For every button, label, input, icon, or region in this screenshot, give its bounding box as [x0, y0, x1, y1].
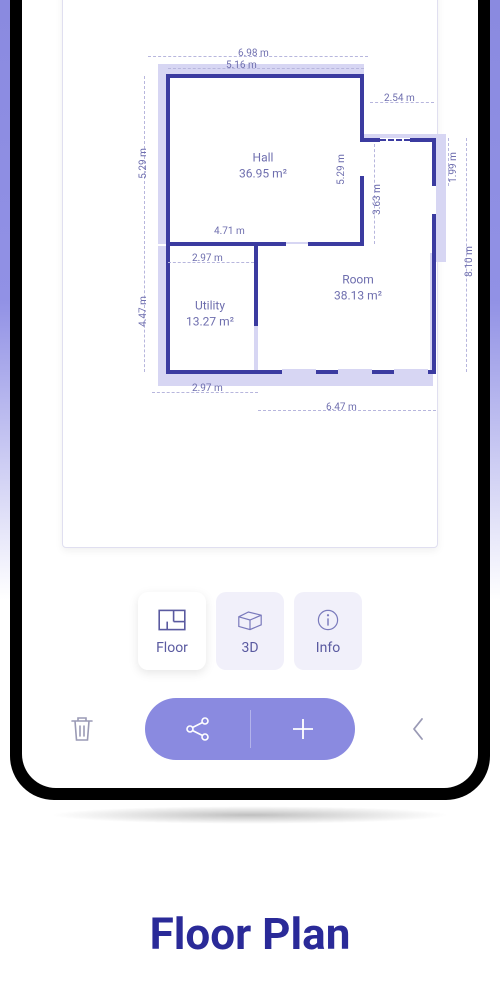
dim-right-full: 8.10 m — [464, 246, 475, 277]
dim-left-upper: 5.29 m — [138, 148, 149, 179]
page-title: Floor Plan — [0, 908, 500, 960]
floorplan-drawing: Hall 36.95 m² Room 38.13 m² Utility 13.2… — [138, 46, 448, 411]
floorplan-icon — [156, 606, 188, 634]
room-area: 13.27 m² — [186, 314, 234, 330]
room-label-hall: Hall 36.95 m² — [239, 150, 287, 181]
room-label-utility: Utility 13.27 m² — [186, 298, 234, 329]
action-pill — [145, 698, 355, 760]
dim-util-top: 2.97 m — [192, 253, 223, 264]
dim-left-lower: 4.47 m — [138, 296, 149, 327]
dim-top-inner: 5.16 m — [226, 60, 257, 71]
back-button[interactable] — [398, 709, 438, 749]
share-icon — [183, 714, 213, 744]
dim-room-bottom: 6.47 m — [326, 402, 357, 413]
room-name: Room — [334, 272, 382, 288]
tab-floor[interactable]: Floor — [138, 592, 206, 670]
dim-inner-v2: 3.63 m — [372, 184, 383, 215]
pill-divider — [250, 710, 251, 748]
phone-frame: Hall 36.95 m² Room 38.13 m² Utility 13.2… — [10, 0, 490, 800]
room-name: Hall — [239, 150, 287, 166]
info-icon — [312, 606, 344, 634]
chevron-left-icon — [409, 715, 427, 743]
room-name: Utility — [186, 298, 234, 314]
dim-util-bottom: 2.97 m — [192, 383, 223, 394]
tab-label: Floor — [156, 640, 188, 656]
tab-info[interactable]: Info — [294, 592, 362, 670]
plus-icon — [288, 714, 318, 744]
phone-shadow — [50, 806, 450, 824]
delete-button[interactable] — [62, 709, 102, 749]
bottom-toolbar — [22, 698, 478, 760]
dim-notch-h: 1.99 m — [448, 152, 459, 183]
tab-label: Info — [316, 640, 340, 656]
dim-top-outer: 6.98 m — [238, 48, 269, 59]
trash-icon — [69, 714, 95, 744]
add-button[interactable] — [283, 709, 323, 749]
cube-icon — [234, 606, 266, 634]
tab-label: 3D — [241, 640, 258, 656]
dim-notch-w: 2.54 m — [384, 93, 415, 104]
view-tabs: Floor 3D Info — [22, 592, 478, 670]
tab-3d[interactable]: 3D — [216, 592, 284, 670]
room-label-room: Room 38.13 m² — [334, 272, 382, 303]
floorplan-canvas[interactable]: Hall 36.95 m² Room 38.13 m² Utility 13.2… — [62, 0, 438, 548]
dim-hall-bottom: 4.71 m — [214, 226, 245, 237]
share-button[interactable] — [178, 709, 218, 749]
dim-inner-v1: 5.29 m — [336, 154, 347, 185]
room-area: 38.13 m² — [334, 288, 382, 304]
phone-screen: Hall 36.95 m² Room 38.13 m² Utility 13.2… — [22, 0, 478, 788]
room-area: 36.95 m² — [239, 166, 287, 182]
